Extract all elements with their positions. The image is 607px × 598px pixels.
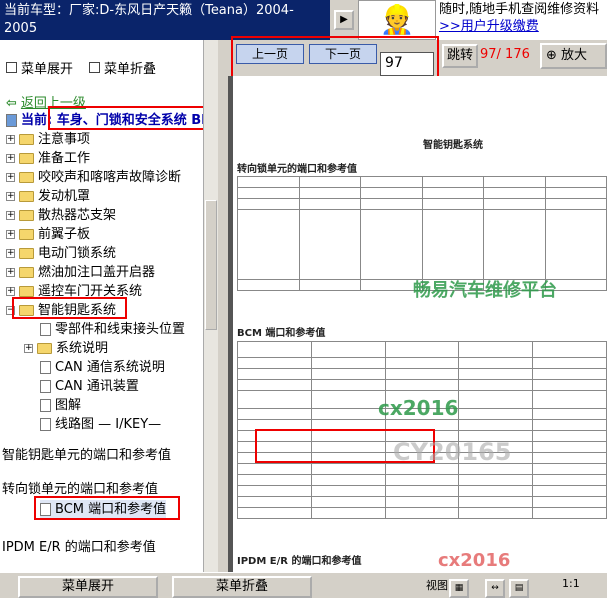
expand-icon: + — [6, 248, 15, 258]
left-panel: 菜单展开 菜单折叠 ⇦ 返回上一级 当前: 车身、门锁和安全系统 BL + 注意事项… — [0, 40, 218, 572]
upgrade-link[interactable]: >>用户升级缴费 — [439, 18, 604, 35]
tree-item[interactable]: + 燃油加注口盖开启器 — [6, 263, 155, 282]
expand-icon: + — [24, 343, 33, 353]
highlight-current — [48, 106, 204, 130]
sub-item[interactable]: 智能钥匙单元的端口和参考值 — [2, 446, 171, 465]
ad-icon: 👷 — [358, 0, 436, 40]
document-page: 智能钥匙系统 转向锁单元的端口和参考值 BCM 端口和参考值 IPDM E/R … — [233, 76, 607, 572]
doc-section1: 转向锁单元的端口和参考值 — [237, 164, 357, 175]
expand-icon: + — [6, 210, 15, 220]
doc-icon — [40, 399, 51, 412]
expand-icon: + — [6, 286, 15, 296]
document-area: 智能钥匙系统 转向锁单元的端口和参考值 BCM 端口和参考值 IPDM E/R … — [228, 76, 607, 572]
next-page-button[interactable]: 下一页 — [309, 44, 377, 64]
watermark: CY20165 — [393, 438, 512, 466]
doc-icon — [40, 323, 51, 336]
expand-checkbox-icon[interactable] — [6, 62, 17, 73]
folder-icon — [19, 229, 34, 240]
prev-page-button[interactable]: 上一页 — [236, 44, 304, 64]
page-info: 97/ 176 — [480, 47, 530, 62]
expand-icon: + — [6, 267, 15, 277]
expand-icon: + — [6, 172, 15, 182]
expand-icon: + — [6, 134, 15, 144]
sub-item[interactable]: CAN 通信系统说明 — [40, 358, 165, 377]
expand-icon: + — [6, 153, 15, 163]
tree: ⇦ 返回上一级 当前: 车身、门锁和安全系统 BL + 注意事项 + 准备工作 + 咬咬… — [0, 90, 204, 567]
bottom-expand-button[interactable]: 菜单展开 — [18, 576, 158, 598]
magnifier-icon: ⊕ — [546, 48, 557, 63]
bottom-bar: 菜单展开 菜单折叠 视图 ▦ ↔ ▤ 1:1 — [0, 572, 607, 598]
view-width-icon[interactable]: ↔ — [485, 579, 505, 598]
watermark: cx2016 — [438, 550, 511, 571]
folder-icon — [19, 210, 34, 221]
folder-icon — [37, 343, 52, 354]
expand-icon: + — [6, 191, 15, 201]
ad-text: 随时,随地手机查阅维修资料 — [439, 2, 600, 17]
doc-section2: BCM 端口和参考值 — [237, 328, 326, 339]
folder-icon — [19, 153, 34, 164]
title-bar: 当前车型：厂家:D-东风日产天籁（Teana）2004- 2005 — [0, 0, 330, 40]
doc-icon — [40, 418, 51, 431]
menu-collapse[interactable]: 菜单折叠 — [89, 58, 156, 77]
watermark: 畅易汽车维修平台 — [413, 280, 557, 301]
folder-icon — [19, 248, 34, 259]
ad-banner: 随时,随地手机查阅维修资料 >>用户升级缴费 — [436, 0, 607, 40]
sub-item[interactable]: 图解 — [40, 396, 81, 415]
table-steering — [237, 176, 607, 291]
scroll-thumb[interactable] — [205, 200, 217, 330]
folder-icon — [19, 191, 34, 202]
folder-icon — [19, 267, 34, 278]
tree-item[interactable]: + 注意事项 — [6, 130, 90, 149]
sub-item[interactable]: 线路图 — I/KEY— — [40, 415, 161, 434]
expand-icon: + — [6, 229, 15, 239]
tree-item[interactable]: + 散热器芯支架 — [6, 206, 116, 225]
title-line1: 当前车型：厂家:D-东风日产天籁（Teana）2004- — [4, 3, 294, 18]
doc-icon — [40, 361, 51, 374]
bottom-collapse-button[interactable]: 菜单折叠 — [172, 576, 312, 598]
doc-icon — [40, 380, 51, 393]
sub-item[interactable]: 零部件和线束接头位置 — [40, 320, 185, 339]
left-scrollbar[interactable] — [203, 40, 218, 572]
folder-icon — [19, 286, 34, 297]
tree-item[interactable]: + 发动机罩 — [6, 187, 90, 206]
tree-item[interactable]: + 电动门锁系统 — [6, 244, 116, 263]
view-fit-icon[interactable]: ▦ — [449, 579, 469, 598]
tree-item[interactable]: + 准备工作 — [6, 149, 90, 168]
menu-row: 菜单展开 菜单折叠 — [6, 58, 156, 77]
tree-item[interactable]: + 前翼子板 — [6, 225, 90, 244]
sub-item[interactable]: CAN 通讯装置 — [40, 377, 139, 396]
sub-item[interactable]: + 系统说明 — [24, 339, 108, 358]
view-label: 视图 — [426, 579, 448, 592]
view-page-icon[interactable]: ▤ — [509, 579, 529, 598]
book-icon — [6, 114, 17, 127]
title-arrow-button[interactable]: ▶ — [334, 10, 354, 30]
sub-item[interactable]: IPDM E/R 的端口和参考值 — [2, 538, 156, 557]
page-input[interactable]: 97 — [380, 52, 434, 76]
zoom-button[interactable]: ⊕ 放大 — [540, 43, 607, 69]
tree-item[interactable]: + 咬咬声和喀喀声故障诊断 — [6, 168, 181, 187]
highlight-smart-key — [12, 297, 127, 319]
go-button[interactable]: 跳转 — [442, 44, 478, 68]
scale-label: 1:1 — [562, 577, 580, 590]
menu-expand[interactable]: 菜单展开 — [6, 58, 73, 77]
doc-section3: IPDM E/R 的端口和参考值 — [237, 556, 362, 567]
highlight-bcm — [34, 496, 180, 520]
collapse-checkbox-icon[interactable] — [89, 62, 101, 73]
folder-icon — [19, 172, 34, 183]
doc-heading: 智能钥匙系统 — [423, 140, 483, 151]
watermark: cx2016 — [378, 396, 459, 420]
folder-icon — [19, 134, 34, 145]
